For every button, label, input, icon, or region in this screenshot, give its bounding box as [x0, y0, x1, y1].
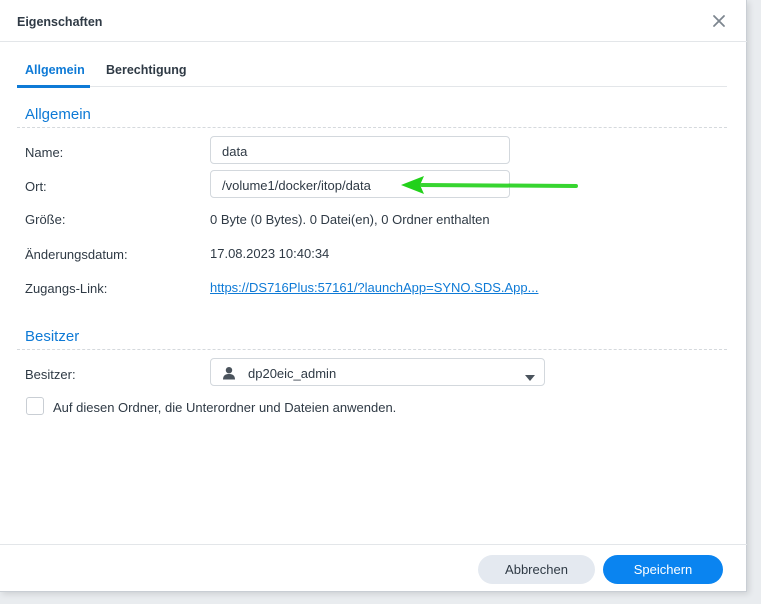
- modified-label: Änderungsdatum:: [25, 247, 128, 262]
- access-link[interactable]: https://DS716Plus:57161/?launchApp=SYNO.…: [210, 280, 538, 295]
- apply-recursive-checkbox[interactable]: [26, 397, 44, 415]
- dialog-titlebar: Eigenschaften: [0, 0, 747, 42]
- dialog-title: Eigenschaften: [17, 15, 103, 29]
- tab-general[interactable]: Allgemein: [25, 63, 85, 77]
- owner-select[interactable]: dp20eic_admin: [210, 358, 545, 386]
- chevron-down-icon: [525, 369, 535, 381]
- size-value: 0 Byte (0 Bytes). 0 Datei(en), 0 Ordner …: [210, 212, 490, 227]
- cancel-button[interactable]: Abbrechen: [478, 555, 595, 584]
- close-icon[interactable]: [710, 12, 728, 30]
- access-link-label: Zugangs-Link:: [25, 281, 108, 296]
- tab-permissions[interactable]: Berechtigung: [106, 63, 187, 77]
- name-field-value: data: [222, 144, 248, 159]
- section-title-owner: Besitzer: [25, 328, 80, 345]
- save-button[interactable]: Speichern: [603, 555, 723, 584]
- annotation-arrow-icon: [401, 176, 578, 194]
- section-divider: [17, 349, 727, 350]
- tab-divider: [17, 86, 727, 87]
- name-label: Name:: [25, 145, 64, 160]
- owner-select-value: dp20eic_admin: [248, 366, 337, 381]
- tab-bar: Allgemein Berechtigung: [17, 56, 727, 88]
- owner-label: Besitzer:: [25, 367, 76, 382]
- active-tab-indicator: [17, 85, 90, 88]
- location-field-value: /volume1/docker/itop/data: [222, 178, 371, 193]
- name-field[interactable]: data: [210, 136, 510, 164]
- properties-dialog: Eigenschaften Allgemein Berechtigung All…: [0, 0, 747, 592]
- dialog-footer: Abbrechen Speichern: [0, 544, 747, 592]
- size-label: Größe:: [25, 212, 66, 227]
- location-label: Ort:: [25, 179, 47, 194]
- modified-value: 17.08.2023 10:40:34: [210, 246, 330, 261]
- section-divider: [17, 127, 727, 128]
- user-icon: [222, 366, 236, 380]
- apply-recursive-label: Auf diesen Ordner, die Unterordner und D…: [53, 400, 397, 415]
- section-title-general: Allgemein: [25, 106, 91, 123]
